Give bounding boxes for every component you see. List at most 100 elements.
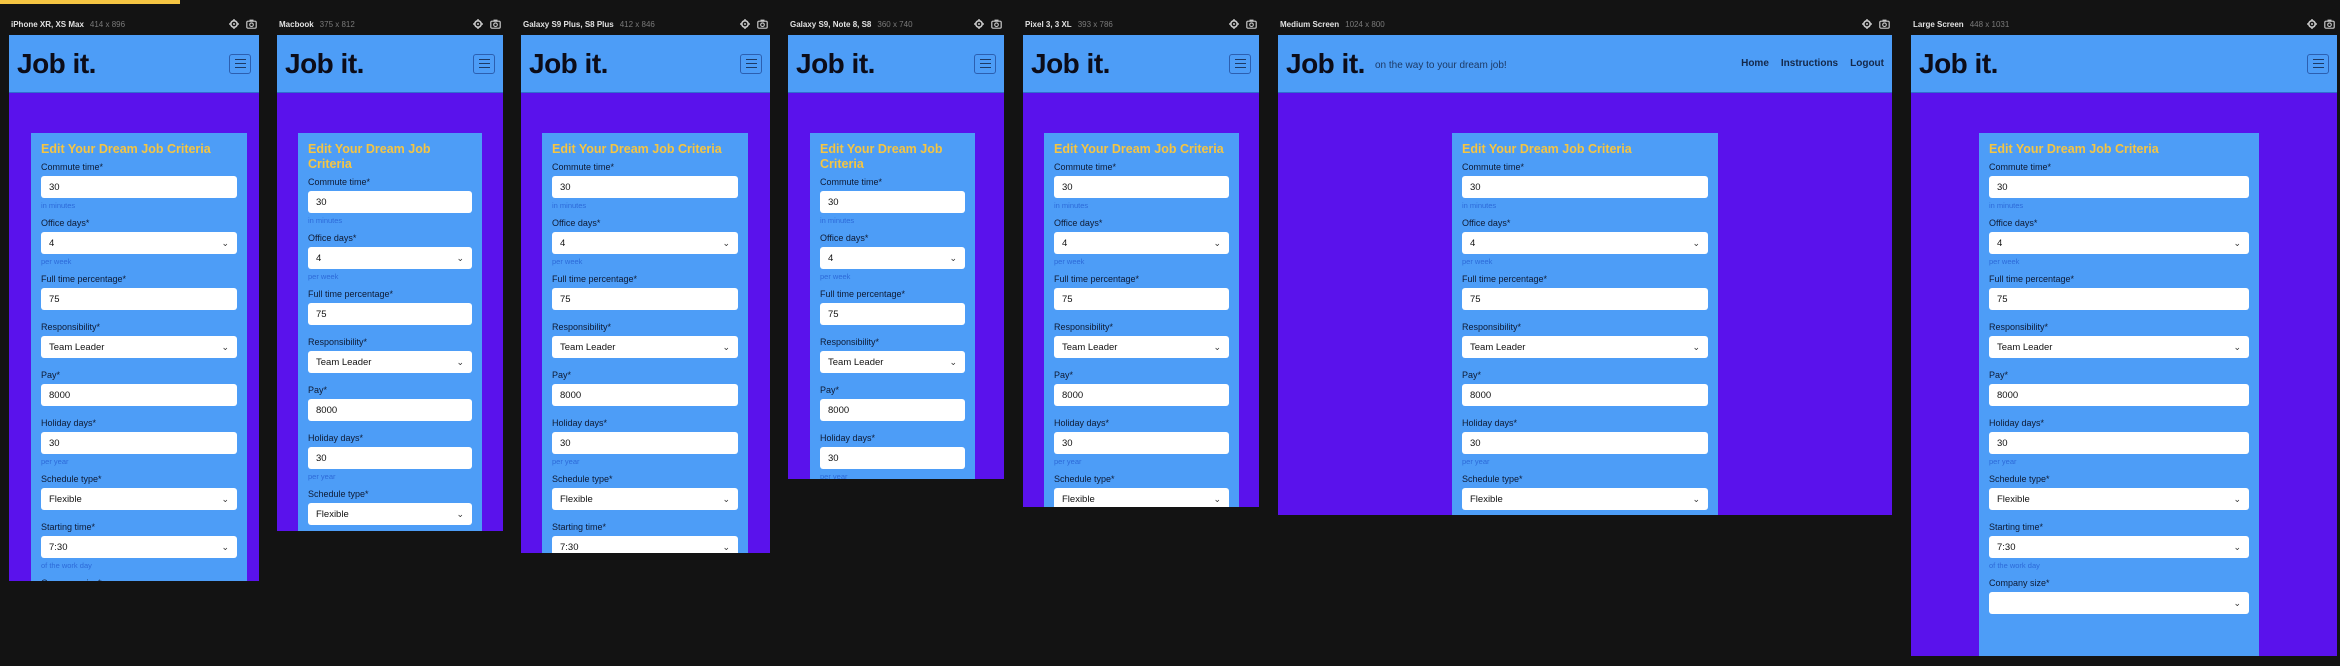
nav-link-logout[interactable]: Logout: [1850, 58, 1884, 69]
input-field[interactable]: 8000: [41, 384, 237, 406]
input-field[interactable]: 75: [308, 303, 472, 325]
select-field[interactable]: 4 ⌄: [1462, 232, 1708, 254]
input-field[interactable]: 8000: [552, 384, 738, 406]
tagline: on the way to your dream job!: [1374, 60, 1507, 71]
select-field[interactable]: Flexible ⌄: [1054, 488, 1229, 507]
hamburger-icon[interactable]: [740, 53, 762, 74]
brand-logo[interactable]: Job it.: [796, 48, 875, 80]
input-field[interactable]: 30: [1462, 176, 1708, 198]
input-field[interactable]: 30: [41, 176, 237, 198]
input-field[interactable]: 30: [820, 447, 965, 469]
field-label: Office days*: [552, 218, 601, 228]
hamburger-icon[interactable]: [229, 53, 251, 74]
camera-icon[interactable]: [246, 19, 257, 29]
input-field[interactable]: 30: [1054, 176, 1229, 198]
hamburger-icon[interactable]: [473, 53, 495, 74]
select-field[interactable]: 7:30 ⌄: [41, 536, 237, 558]
field-label: Responsibility*: [308, 337, 368, 347]
select-field[interactable]: Team Leader ⌄: [1989, 336, 2249, 358]
camera-icon[interactable]: [490, 19, 501, 29]
select-field[interactable]: 4 ⌄: [308, 247, 472, 269]
select-field[interactable]: Team Leader ⌄: [308, 351, 472, 373]
camera-icon[interactable]: [757, 19, 768, 29]
select-field[interactable]: Flexible ⌄: [552, 488, 738, 510]
brand-logo[interactable]: Job it.: [17, 48, 96, 80]
gear-icon[interactable]: [229, 19, 239, 29]
form-field: Full time percentage* 75: [1462, 274, 1708, 310]
camera-icon[interactable]: [1246, 19, 1257, 29]
input-field[interactable]: 30: [552, 432, 738, 454]
input-field[interactable]: 8000: [820, 399, 965, 421]
field-value: 4: [560, 237, 566, 249]
hamburger-icon[interactable]: [2307, 53, 2329, 74]
field-label: Company size*: [1989, 578, 2050, 588]
input-field[interactable]: 75: [1462, 288, 1708, 310]
hamburger-icon[interactable]: [974, 53, 996, 74]
field-hint: per year: [820, 472, 848, 479]
brand-logo[interactable]: Job it.: [285, 48, 364, 80]
select-field[interactable]: Team Leader ⌄: [41, 336, 237, 358]
input-field[interactable]: 75: [1054, 288, 1229, 310]
nav-link-home[interactable]: Home: [1741, 58, 1769, 69]
input-field[interactable]: 8000: [1054, 384, 1229, 406]
select-field[interactable]: Flexible ⌄: [308, 503, 472, 525]
frame-toolbar: Galaxy S9 Plus, S8 Plus 412 x 846: [521, 13, 770, 35]
gear-icon[interactable]: [1229, 19, 1239, 29]
input-field[interactable]: 30: [308, 447, 472, 469]
select-field[interactable]: Team Leader ⌄: [1054, 336, 1229, 358]
input-field[interactable]: 30: [41, 432, 237, 454]
select-field[interactable]: Team Leader ⌄: [820, 351, 965, 373]
input-field[interactable]: 30: [552, 176, 738, 198]
select-field[interactable]: Flexible ⌄: [1462, 488, 1708, 510]
field-value: Flexible: [1997, 493, 2030, 505]
gear-icon[interactable]: [473, 19, 483, 29]
brand-logo[interactable]: Job it.: [1919, 48, 1998, 80]
field-label: Holiday days*: [1462, 418, 1518, 428]
gear-icon[interactable]: [974, 19, 984, 29]
hamburger-icon[interactable]: [1229, 53, 1251, 74]
form-field: Pay* 8000: [1054, 370, 1229, 406]
input-field[interactable]: 30: [1054, 432, 1229, 454]
input-field[interactable]: 75: [1989, 288, 2249, 310]
camera-icon[interactable]: [2324, 19, 2335, 29]
select-field[interactable]: 4 ⌄: [1989, 232, 2249, 254]
brand-logo[interactable]: Job it.: [529, 48, 608, 80]
select-field[interactable]: 4 ⌄: [552, 232, 738, 254]
select-field[interactable]: Flexible ⌄: [1989, 488, 2249, 510]
brand-logo[interactable]: Job it.: [1031, 48, 1110, 80]
select-field[interactable]: ⌄: [1989, 592, 2249, 614]
select-field[interactable]: 4 ⌄: [820, 247, 965, 269]
input-field[interactable]: 75: [41, 288, 237, 310]
form-title: Edit Your Dream Job Criteria: [820, 142, 943, 171]
select-field[interactable]: 7:30 ⌄: [1989, 536, 2249, 558]
gear-icon[interactable]: [740, 19, 750, 29]
nav-link-instructions[interactable]: Instructions: [1781, 58, 1838, 69]
input-field[interactable]: 8000: [1462, 384, 1708, 406]
field-label: Schedule type*: [41, 474, 102, 484]
field-value: 30: [828, 196, 839, 208]
select-field[interactable]: Flexible ⌄: [41, 488, 237, 510]
chevron-down-icon: ⌄: [2233, 237, 2241, 248]
gear-icon[interactable]: [1862, 19, 1872, 29]
input-field[interactable]: 8000: [1989, 384, 2249, 406]
chevron-down-icon: ⌄: [949, 252, 957, 263]
camera-icon[interactable]: [991, 19, 1002, 29]
input-field[interactable]: 30: [308, 191, 472, 213]
input-field[interactable]: 75: [552, 288, 738, 310]
gear-icon[interactable]: [2307, 19, 2317, 29]
select-field[interactable]: 4 ⌄: [41, 232, 237, 254]
select-field[interactable]: Team Leader ⌄: [552, 336, 738, 358]
select-field[interactable]: 4 ⌄: [1054, 232, 1229, 254]
input-field[interactable]: 75: [820, 303, 965, 325]
select-field[interactable]: Team Leader ⌄: [1462, 336, 1708, 358]
frame-actions: [740, 19, 768, 29]
input-field[interactable]: 30: [1989, 432, 2249, 454]
input-field[interactable]: 8000: [308, 399, 472, 421]
input-field[interactable]: 30: [820, 191, 965, 213]
camera-icon[interactable]: [1879, 19, 1890, 29]
select-field[interactable]: 7:30 ⌄: [552, 536, 738, 553]
input-field[interactable]: 30: [1462, 432, 1708, 454]
field-value: 30: [1470, 181, 1481, 193]
input-field[interactable]: 30: [1989, 176, 2249, 198]
brand-logo[interactable]: Job it.: [1286, 48, 1365, 80]
